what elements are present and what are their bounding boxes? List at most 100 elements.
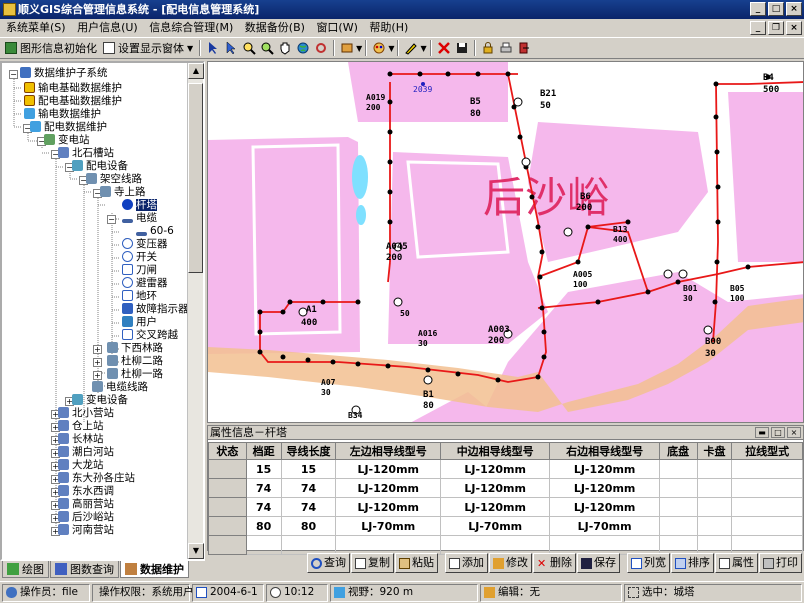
tree-item[interactable]: 北小营站 (58, 407, 114, 420)
tree-item[interactable]: 大龙站 (58, 459, 104, 472)
zoom-in-icon[interactable] (240, 39, 258, 57)
tree-expander[interactable]: + (93, 345, 102, 354)
row-status[interactable] (208, 516, 247, 536)
table-cell[interactable] (696, 516, 733, 536)
copy-button[interactable]: 复制 (351, 553, 394, 573)
tree-item[interactable]: 电缆线路 (92, 381, 148, 394)
tree-item[interactable]: 寺上路 (100, 186, 146, 199)
tree-expander[interactable]: − (9, 70, 18, 79)
draw-pen-icon[interactable] (402, 39, 420, 57)
attribute-button[interactable]: 属性 (715, 553, 758, 573)
table-row[interactable]: 80 80 LJ-70mm LJ-70mm LJ-70mm (208, 516, 803, 536)
palette-icon[interactable] (370, 39, 388, 57)
column-header[interactable]: 拉线型式 (731, 442, 803, 460)
column-header[interactable]: 状态 (208, 442, 247, 460)
menu-backup[interactable]: 数据备份(B) (241, 19, 309, 37)
exit-door-icon[interactable] (515, 39, 533, 57)
table-cell[interactable] (658, 478, 698, 498)
panel-pin-button[interactable]: ▬ (755, 427, 769, 438)
table-cell[interactable] (731, 516, 803, 536)
save-disk-icon[interactable] (453, 39, 471, 57)
paste-button[interactable]: 粘贴 (395, 553, 438, 573)
table-cell[interactable] (731, 478, 803, 498)
table-cell[interactable]: LJ-70mm (335, 516, 441, 536)
table-cell[interactable] (696, 497, 733, 517)
table-cell[interactable]: 74 (280, 478, 337, 498)
tree-item[interactable]: 潮白河站 (58, 446, 114, 459)
menu-user[interactable]: 用户信息(U) (73, 19, 142, 37)
tree-root[interactable]: 数据维护子系统 (20, 67, 108, 80)
table-cell[interactable] (696, 459, 733, 479)
table-cell[interactable] (731, 459, 803, 479)
column-header[interactable]: 左边相导线型号 (335, 442, 441, 460)
init-graphics-button[interactable]: 图形信息初始化 (2, 39, 100, 57)
child-restore-button[interactable]: ❐ (768, 21, 784, 35)
delete-x-icon[interactable] (435, 39, 453, 57)
column-header[interactable]: 右边相导线型号 (549, 442, 660, 460)
tree-item[interactable]: 开关 (122, 251, 157, 264)
table-cell[interactable]: 74 (245, 497, 282, 517)
column-header[interactable]: 中边相导线型号 (439, 442, 551, 460)
row-status[interactable] (208, 478, 247, 498)
menu-info[interactable]: 信息综合管理(M) (145, 19, 237, 37)
table-cell[interactable]: LJ-120mm (439, 459, 551, 479)
tree-item[interactable]: 电缆 (122, 212, 157, 225)
tree-expander[interactable]: − (107, 215, 116, 224)
tree-item[interactable]: 东大孙各庄站 (58, 472, 135, 485)
scroll-thumb[interactable] (188, 83, 203, 273)
map-canvas[interactable]: 后沙峪 2039 B4 500 B5 80 B21 50 B6 200 A045… (208, 62, 804, 423)
column-header[interactable]: 底盘 (658, 442, 698, 460)
tab-query[interactable]: 图数查询 (50, 561, 119, 578)
display-window-button[interactable]: 设置显示窗体 ▼ (100, 39, 196, 57)
column-width-button[interactable]: 列宽 (627, 553, 670, 573)
table-cell[interactable]: LJ-120mm (549, 497, 660, 517)
tree-item[interactable]: 变电设备 (72, 394, 128, 407)
tree-item[interactable]: 仓上站 (58, 420, 104, 433)
tree-item[interactable]: 高丽营站 (58, 498, 114, 511)
select-icon[interactable] (222, 39, 240, 57)
refresh-icon[interactable] (312, 39, 330, 57)
tree-item[interactable]: 输电数据维护 (24, 108, 101, 121)
table-cell[interactable] (696, 478, 733, 498)
table-cell[interactable]: 15 (280, 459, 337, 479)
menu-system[interactable]: 系统菜单(S) (2, 19, 70, 37)
lock-icon[interactable] (479, 39, 497, 57)
table-row[interactable]: 74 74 LJ-120mm LJ-120mm LJ-120mm (208, 478, 803, 498)
tree-item[interactable]: 60-6 (136, 225, 174, 238)
tree-expander[interactable]: + (93, 371, 102, 380)
tree-item[interactable]: 配电设备 (72, 160, 128, 173)
scroll-up-button[interactable]: ▲ (188, 63, 204, 79)
table-cell[interactable] (658, 497, 698, 517)
map-view[interactable]: 后沙峪 2039 B4 500 B5 80 B21 50 B6 200 A045… (207, 61, 804, 423)
table-cell[interactable]: LJ-120mm (335, 478, 441, 498)
table-cell[interactable]: LJ-120mm (549, 459, 660, 479)
pan-hand-icon[interactable] (276, 39, 294, 57)
minimize-button[interactable]: _ (750, 2, 766, 16)
panel-restore-button[interactable]: □ (771, 427, 785, 438)
tree-item[interactable]: 避雷器 (122, 277, 168, 290)
layer-icon[interactable] (338, 39, 356, 57)
tab-draw[interactable]: 绘图 (2, 561, 49, 578)
column-header[interactable]: 档距 (245, 442, 282, 460)
table-cell[interactable]: LJ-120mm (549, 478, 660, 498)
tree-item[interactable]: 长林站 (58, 433, 104, 446)
tree-expander[interactable]: + (93, 358, 102, 367)
table-cell[interactable] (658, 516, 698, 536)
print-button[interactable]: 打印 (759, 553, 802, 573)
tree-item[interactable]: 变压器 (122, 238, 168, 251)
query-button[interactable]: 查询 (307, 553, 350, 573)
sort-button[interactable]: 排序 (671, 553, 714, 573)
tree-item[interactable]: 交叉跨越 (122, 329, 178, 342)
tree-item[interactable]: 后沙峪站 (58, 511, 114, 524)
maximize-button[interactable]: □ (768, 2, 784, 16)
globe-icon[interactable] (294, 39, 312, 57)
pointer-icon[interactable] (204, 39, 222, 57)
panel-close-button[interactable]: × (787, 427, 801, 438)
delete-button[interactable]: ✕ 删除 (533, 553, 576, 573)
table-cell[interactable]: LJ-70mm (439, 516, 551, 536)
tree-item[interactable]: 杜柳二路 (107, 355, 163, 368)
tree-item[interactable]: 地环 (122, 290, 157, 303)
tree-item[interactable]: 变电站 (44, 134, 90, 147)
child-minimize-button[interactable]: _ (750, 21, 766, 35)
tree-item[interactable]: 刀闸 (122, 264, 157, 277)
